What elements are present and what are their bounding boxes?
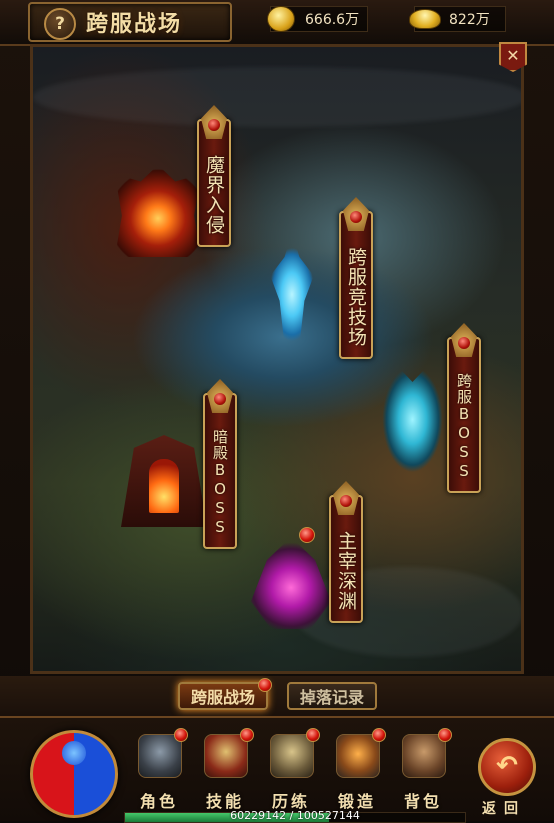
tab-drop-records[interactable]: 掉落记录 [287, 682, 377, 710]
notification-dot [174, 728, 188, 742]
banner-gem-icon [333, 481, 359, 515]
banner-label: 跨服BOSS [455, 373, 473, 481]
arena-sword-statue[interactable] [270, 232, 314, 357]
armor-icon [270, 734, 314, 778]
gold-counter: 666.6万 [267, 6, 368, 32]
banner-master-abyss[interactable]: 主宰深渊 [329, 481, 363, 623]
abyss-notification-dot [299, 527, 315, 543]
map-mist [293, 567, 521, 657]
banner-cross-server-arena[interactable]: 跨服竞技场 [339, 197, 373, 359]
gold-ingot-icon [409, 9, 441, 29]
gold-coin-icon [267, 6, 295, 32]
banner-label: 暗殿BOSS [211, 429, 229, 537]
gold-amount: 666.6万 [305, 12, 360, 28]
back-label: 返回 [482, 801, 526, 817]
menu-label: 角色 [139, 792, 178, 811]
map-mist [33, 67, 521, 127]
banner-gem-icon [343, 197, 369, 231]
menu-label: 背包 [403, 792, 442, 811]
banner-gem-icon [207, 379, 233, 413]
banner-cross-server-boss[interactable]: 跨服BOSS [447, 323, 481, 493]
cross-server-boss-dragon[interactable] [365, 352, 460, 502]
menu-item-bag[interactable]: 背包 [394, 728, 452, 816]
banner-label: 魔界入侵 [203, 155, 225, 235]
notification-dot [438, 728, 452, 742]
anvil-icon [336, 734, 380, 778]
tab-notification-dot [258, 678, 272, 692]
menu-item-character[interactable]: 角色 [130, 728, 188, 816]
top-bar: ? 跨服战场 666.6万 822万 [0, 0, 554, 46]
banner-gem-icon [451, 323, 477, 357]
notification-dot [372, 728, 386, 742]
banner-label: 主宰深渊 [335, 531, 357, 611]
exp-bar: 60229142 / 100527144 [124, 809, 466, 823]
banner-label: 跨服竞技场 [345, 247, 367, 347]
back-button[interactable]: ↶ 返回 [468, 736, 540, 817]
back-arrow-icon: ↶ [478, 738, 536, 796]
notification-dot [240, 728, 254, 742]
menu-item-skills[interactable]: 技能 [196, 728, 254, 816]
battlefield-map: 魔界入侵 跨服竞技场 跨服BOSS 暗殿BOSS 主宰深渊 [30, 44, 524, 674]
help-button[interactable]: ? [44, 8, 76, 40]
ingot-amount: 822万 [449, 12, 490, 28]
skill-book-icon [204, 734, 248, 778]
menu-item-forge[interactable]: 锻造 [328, 728, 386, 816]
taiji-orb-icon[interactable] [30, 730, 118, 818]
bottom-menu-bar: 角色 技能 历练 锻造 背包 ↶ 返回 60229142 / 100527144 [0, 716, 554, 823]
notification-dot [306, 728, 320, 742]
tab-cross-server-battlefield[interactable]: 跨服战场 [178, 682, 268, 710]
game-window: ? 跨服战场 666.6万 822万 魔界入侵 跨服竞技场 跨服BOSS 暗殿B… [0, 0, 554, 823]
page-title: 跨服战场 [86, 12, 183, 37]
banner-dark-palace-boss[interactable]: 暗殿BOSS [203, 379, 237, 549]
ingot-counter: 822万 [409, 6, 506, 32]
banner-demon-invasion[interactable]: 魔界入侵 [197, 105, 231, 247]
menu-item-training[interactable]: 历练 [262, 728, 320, 816]
dark-palace-portal[interactable] [121, 435, 207, 527]
demon-realm-portal[interactable] [115, 165, 201, 257]
exp-text: 60229142 / 100527144 [230, 809, 360, 822]
bag-icon [402, 734, 446, 778]
tab-bar: 跨服战场 掉落记录 [0, 676, 554, 716]
helmet-icon [138, 734, 182, 778]
abyss-crystal[interactable] [251, 537, 331, 629]
